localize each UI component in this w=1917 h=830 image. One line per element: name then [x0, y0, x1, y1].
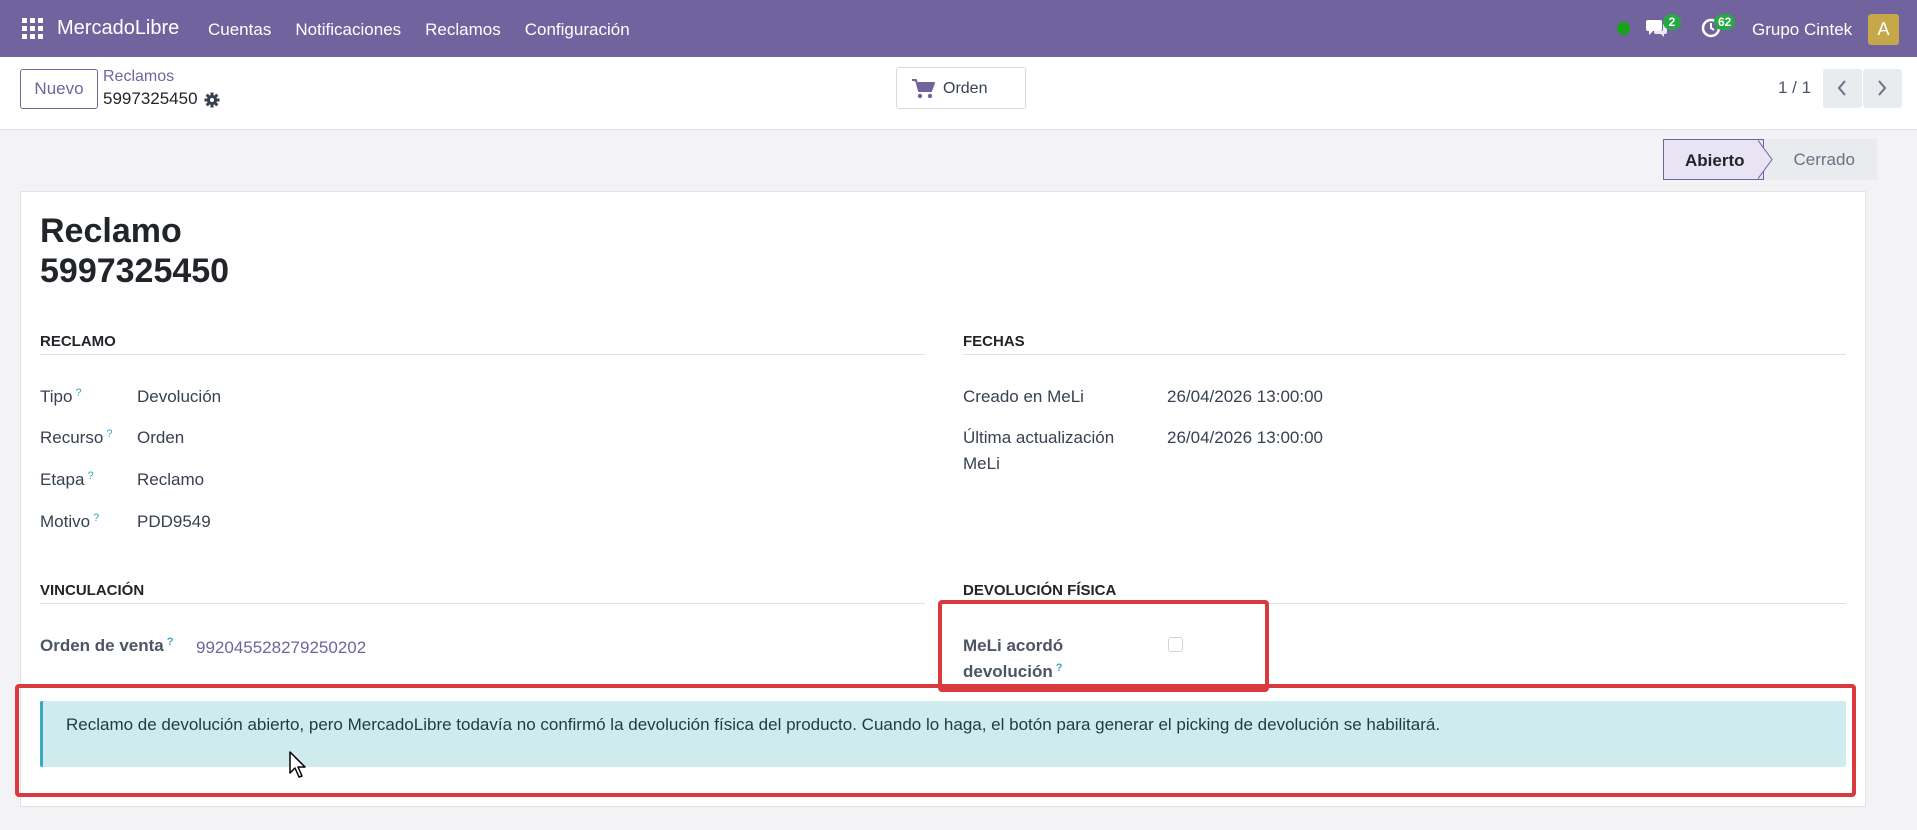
gear-icon[interactable] [204, 92, 220, 108]
stage-arrow-shape [1757, 139, 1773, 180]
group-title-devolucion-fisica: Devolución física [963, 582, 1117, 599]
help-icon[interactable]: ? [75, 387, 81, 399]
breadcrumb-reclamos[interactable]: Reclamos [103, 68, 174, 86]
record-title-label: Reclamo [40, 212, 182, 250]
field-label-orden-venta: Orden de venta? [40, 636, 174, 655]
new-button[interactable]: Nuevo [20, 69, 98, 109]
help-icon[interactable]: ? [87, 470, 93, 482]
chevron-left-icon [1837, 80, 1846, 96]
cart-icon [912, 79, 935, 99]
order-smart-button[interactable]: Orden [896, 67, 1026, 109]
field-label-ultima-actualizacion: Última actualización [963, 428, 1115, 447]
field-label-recurso: Recurso? [40, 428, 113, 447]
app-brand[interactable]: MercadoLibre [57, 17, 179, 40]
company-switcher[interactable]: Grupo Cintek [1752, 20, 1852, 40]
mouse-cursor-icon [289, 751, 306, 778]
menu-item-cuentas[interactable]: Cuentas [208, 20, 271, 40]
highlight-box-alert [15, 684, 1856, 797]
menu-item-configuracion[interactable]: Configuración [525, 20, 630, 40]
field-value-motivo[interactable]: PDD9549 [137, 512, 211, 532]
group-title-vinculacion: Vinculación [40, 582, 145, 599]
pager-value: 1 / 1 [1778, 78, 1812, 97]
highlight-box-devolucion [938, 600, 1269, 692]
breadcrumb-current-record: 5997325450 [103, 89, 198, 108]
order-smart-button-label: Orden [943, 80, 988, 97]
field-label-ultima-actualizacion-2: MeLi [963, 454, 1000, 473]
field-value-etapa[interactable]: Reclamo [137, 470, 204, 490]
main-menu: Cuentas Notificaciones Reclamos Configur… [208, 20, 654, 40]
top-navbar: MercadoLibre Cuentas Notificaciones Recl… [0, 0, 1917, 57]
field-value-tipo[interactable]: Devolución [137, 387, 221, 407]
group-title-fechas: Fechas [963, 333, 1025, 350]
field-label-etapa: Etapa? [40, 470, 94, 489]
group-title-reclamo: Reclamo [40, 333, 116, 350]
field-label-motivo: Motivo? [40, 512, 100, 531]
help-icon[interactable]: ? [106, 428, 112, 440]
field-value-recurso[interactable]: Orden [137, 428, 184, 448]
pager-previous-button[interactable] [1823, 69, 1862, 108]
record-title-number: 5997325450 [40, 252, 230, 290]
field-value-ultima-actualizacion[interactable]: 26/04/2026 13:00:00 [1167, 428, 1323, 448]
field-value-creado[interactable]: 26/04/2026 13:00:00 [1167, 387, 1323, 407]
help-icon[interactable]: ? [93, 512, 99, 524]
field-label-creado: Creado en MeLi [963, 387, 1084, 406]
field-label-tipo: Tipo? [40, 387, 82, 406]
menu-item-reclamos[interactable]: Reclamos [425, 20, 501, 40]
activity-count-badge: 62 [1714, 14, 1736, 30]
stage-abierto[interactable]: Abierto [1663, 139, 1764, 180]
group-divider [963, 354, 1846, 355]
presence-status-dot [1617, 22, 1630, 35]
group-divider [40, 354, 925, 355]
apps-grid-icon[interactable] [22, 18, 43, 39]
pager-next-button[interactable] [1863, 69, 1902, 108]
chat-count-badge: 2 [1663, 14, 1681, 30]
user-avatar[interactable]: A [1868, 14, 1899, 45]
control-panel: Nuevo Reclamos 5997325450 Orden 1 / 1 [0, 57, 1917, 130]
stage-cerrado[interactable]: Cerrado [1763, 139, 1877, 180]
field-value-orden-venta-link[interactable]: 992045528279250202 [196, 638, 366, 658]
group-divider [40, 603, 925, 604]
chevron-right-icon [1878, 80, 1887, 96]
help-icon[interactable]: ? [167, 636, 174, 648]
menu-item-notificaciones[interactable]: Notificaciones [295, 20, 401, 40]
